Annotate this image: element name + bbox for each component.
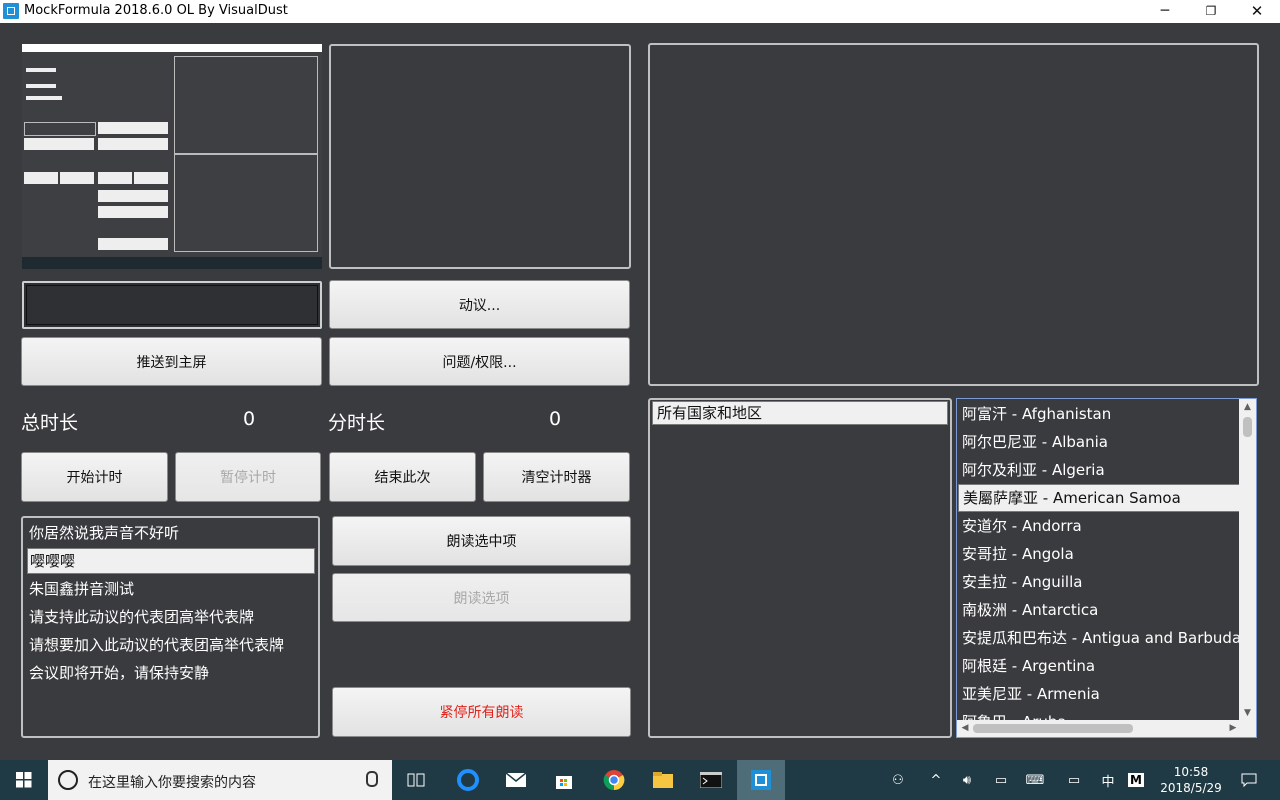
ime-mode-indicator[interactable]: M bbox=[1126, 760, 1146, 800]
taskbar-mail[interactable] bbox=[496, 760, 536, 800]
question-permission-button[interactable]: 问题/权限... bbox=[329, 337, 630, 386]
taskbar-edge[interactable] bbox=[448, 760, 488, 800]
taskbar: 在这里输入你要搜索的内容 ⚇ ^ 🔊︎ ▭ ⌨ ▭ 中 M 10:58 2018… bbox=[0, 760, 1280, 800]
clock-date: 2018/5/29 bbox=[1160, 781, 1222, 795]
cortana-icon bbox=[58, 770, 78, 790]
mail-icon bbox=[505, 772, 527, 787]
taskbar-explorer[interactable] bbox=[641, 760, 685, 800]
country-list-item[interactable]: 南极洲 - Antarctica bbox=[962, 596, 1098, 624]
country-list-item[interactable]: 安道尔 - Andorra bbox=[962, 512, 1082, 540]
window-title: MockFormula 2018.6.0 OL By VisualDust bbox=[24, 3, 288, 18]
mockformula-icon bbox=[751, 770, 771, 790]
speech-list-item[interactable]: 请想要加入此动议的代表团高举代表牌 bbox=[29, 632, 284, 658]
taskbar-store[interactable] bbox=[544, 760, 584, 800]
volume-icon[interactable]: 🔊︎ bbox=[954, 760, 980, 800]
country-list-vscrollbar[interactable]: ▲ ▼ bbox=[1239, 399, 1256, 721]
clock[interactable]: 10:58 2018/5/29 bbox=[1156, 760, 1226, 800]
end-this-button[interactable]: 结束此次 bbox=[329, 452, 476, 502]
speech-list-item[interactable]: 朱国鑫拼音测试 bbox=[29, 576, 134, 602]
notification-icon[interactable] bbox=[1234, 760, 1264, 800]
country-list-item[interactable]: 阿富汗 - Afghanistan bbox=[962, 400, 1111, 428]
region-item-all[interactable]: 所有国家和地区 bbox=[652, 401, 948, 425]
minimize-button[interactable]: ─ bbox=[1142, 0, 1188, 23]
segment-duration-label: 分时长 bbox=[328, 412, 386, 434]
total-duration-value: 0 bbox=[243, 408, 256, 430]
read-option-button[interactable]: 朗读选项 bbox=[332, 573, 631, 622]
preview-panel bbox=[329, 44, 631, 269]
speech-list-item[interactable]: 会议即将开始，请保持安静 bbox=[29, 660, 209, 686]
taskbar-cmd[interactable] bbox=[689, 760, 733, 800]
screen-preview bbox=[22, 44, 322, 269]
main-display-panel bbox=[648, 43, 1259, 386]
microphone-icon[interactable] bbox=[366, 771, 378, 787]
start-timer-button[interactable]: 开始计时 bbox=[21, 452, 168, 502]
scroll-down-icon[interactable]: ▼ bbox=[1239, 705, 1256, 721]
terminal-icon bbox=[700, 772, 722, 788]
read-selected-button[interactable]: 朗读选中项 bbox=[332, 516, 631, 566]
country-list-item[interactable]: 阿尔巴尼亚 - Albania bbox=[962, 428, 1108, 456]
people-icon[interactable]: ⚇ bbox=[884, 760, 912, 800]
taskbar-mockformula[interactable] bbox=[737, 760, 785, 800]
task-view-button[interactable] bbox=[396, 760, 436, 800]
task-view-icon bbox=[407, 773, 425, 787]
show-hidden-icons[interactable]: ^ bbox=[924, 760, 948, 800]
hscroll-thumb[interactable] bbox=[973, 724, 1133, 733]
country-list-item[interactable]: 亚美尼亚 - Armenia bbox=[962, 680, 1100, 708]
segment-duration-value: 0 bbox=[549, 408, 562, 430]
chrome-icon bbox=[603, 770, 625, 791]
speech-list-item[interactable]: 嘤嘤嘤 bbox=[27, 548, 315, 574]
taskbar-chrome[interactable] bbox=[592, 760, 636, 800]
ime-mode-label: M bbox=[1128, 773, 1144, 787]
search-placeholder: 在这里输入你要搜索的内容 bbox=[88, 775, 256, 791]
total-duration-label: 总时长 bbox=[21, 412, 79, 434]
pause-timer-button[interactable]: 暂停计时 bbox=[175, 452, 321, 502]
edge-icon bbox=[457, 769, 479, 791]
speech-list-item[interactable]: 请支持此动议的代表团高举代表牌 bbox=[29, 604, 254, 630]
network-icon[interactable]: ▭ bbox=[988, 760, 1014, 800]
taskbar-search[interactable]: 在这里输入你要搜索的内容 bbox=[48, 760, 392, 800]
motion-button[interactable]: 动议... bbox=[329, 280, 630, 329]
tablet-icon[interactable]: ▭ bbox=[1060, 760, 1088, 800]
country-list-item[interactable]: 阿尔及利亚 - Algeria bbox=[962, 456, 1105, 484]
country-list-item[interactable]: 安提瓜和巴布达 - Antigua and Barbuda bbox=[962, 624, 1241, 652]
keyboard-icon[interactable]: ⌨ bbox=[1020, 760, 1050, 800]
scroll-up-icon[interactable]: ▲ bbox=[1239, 399, 1256, 415]
push-to-main-button[interactable]: 推送到主屏 bbox=[21, 337, 322, 386]
store-icon bbox=[556, 776, 572, 789]
country-list-hscrollbar[interactable]: ◀ ▶ bbox=[957, 720, 1241, 737]
action-center-icon bbox=[1241, 773, 1257, 787]
folder-icon bbox=[653, 772, 673, 788]
clear-timer-button[interactable]: 清空计时器 bbox=[483, 452, 630, 502]
stop-all-reading-button[interactable]: 紧停所有朗读 bbox=[332, 687, 631, 737]
country-list-item[interactable]: 美屬萨摩亚 - American Samoa bbox=[958, 484, 1241, 512]
content-input[interactable] bbox=[22, 281, 322, 329]
windows-icon bbox=[16, 772, 32, 788]
country-list-item[interactable]: 安哥拉 - Angola bbox=[962, 540, 1074, 568]
title-bar: MockFormula 2018.6.0 OL By VisualDust ─ … bbox=[0, 0, 1280, 23]
start-button[interactable] bbox=[0, 760, 48, 800]
app-icon bbox=[3, 3, 19, 19]
country-list[interactable]: 阿鲁巴 - Aruba亚美尼亚 - Armenia阿根廷 - Argentina… bbox=[956, 398, 1257, 738]
region-list[interactable] bbox=[648, 398, 952, 738]
speech-list-item[interactable]: 你居然说我声音不好听 bbox=[29, 520, 179, 546]
country-list-item[interactable]: 阿根廷 - Argentina bbox=[962, 652, 1095, 680]
scroll-left-icon[interactable]: ◀ bbox=[957, 720, 973, 737]
maximize-button[interactable]: ❐ bbox=[1188, 0, 1234, 23]
ime-indicator[interactable]: 中 bbox=[1096, 760, 1120, 800]
close-button[interactable]: ✕ bbox=[1234, 0, 1280, 23]
vscroll-thumb[interactable] bbox=[1243, 417, 1252, 437]
speech-list[interactable]: 你居然说我声音不好听 嘤嘤嘤 朱国鑫拼音测试 请支持此动议的代表团高举代表牌 请想要加入… bbox=[21, 516, 320, 738]
clock-time: 10:58 bbox=[1173, 765, 1209, 779]
country-list-item[interactable]: 安圭拉 - Anguilla bbox=[962, 568, 1082, 596]
